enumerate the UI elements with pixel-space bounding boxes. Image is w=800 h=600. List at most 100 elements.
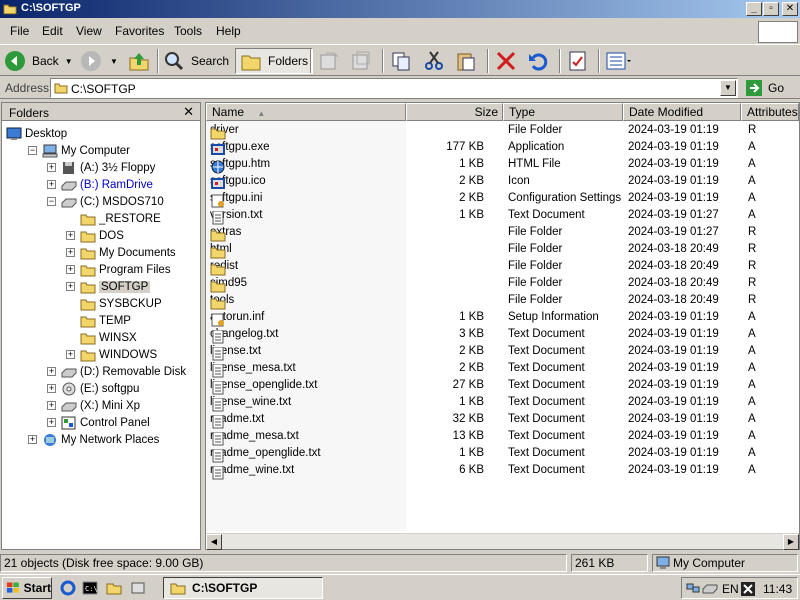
- copy-button[interactable]: [390, 48, 412, 74]
- paste-button[interactable]: [455, 48, 477, 74]
- maximize-button[interactable]: ▫: [763, 2, 779, 16]
- tree-node[interactable]: (D:) Removable Disk: [61, 363, 186, 380]
- menu-edit[interactable]: Edit: [42, 24, 63, 38]
- properties-button[interactable]: [567, 48, 589, 74]
- command-prompt-icon[interactable]: C:\: [82, 580, 98, 596]
- horizontal-scrollbar[interactable]: ◀ ▶: [206, 533, 799, 550]
- file-row[interactable]: simd95 File Folder 2024-03-18 20:49 R: [206, 275, 786, 293]
- column-header-modified[interactable]: Date Modified: [623, 103, 741, 121]
- column-header-name[interactable]: Name ▲: [206, 103, 406, 121]
- tree-expander[interactable]: +: [66, 282, 75, 291]
- show-desktop-icon[interactable]: [130, 580, 146, 596]
- tree-node[interactable]: (B:) RamDrive: [61, 176, 153, 193]
- file-row[interactable]: softgpu.htm 1 KB HTML File 2024-03-19 01:19…: [206, 156, 786, 174]
- menu-help[interactable]: Help: [216, 24, 241, 38]
- file-row[interactable]: license_wine.txt 1 KB Text Document 2024-03…: [206, 394, 786, 412]
- drive-icon[interactable]: [702, 581, 718, 595]
- file-modified: 2024-03-18 20:49: [628, 294, 719, 306]
- views-button[interactable]: [605, 48, 631, 74]
- tree-expander[interactable]: +: [66, 231, 75, 240]
- column-header-size[interactable]: Size: [406, 103, 503, 121]
- search-button[interactable]: Search: [163, 48, 229, 74]
- file-row[interactable]: driver File Folder 2024-03-19 01:19 R: [206, 122, 786, 140]
- delete-button[interactable]: [495, 48, 517, 74]
- language-indicator[interactable]: EN: [722, 582, 739, 596]
- tree-node[interactable]: Program Files: [80, 261, 171, 278]
- start-button[interactable]: Start: [2, 577, 52, 599]
- forward-button[interactable]: ▼: [80, 48, 118, 74]
- folders-button[interactable]: Folders: [235, 48, 314, 74]
- tree-node[interactable]: WINSX: [80, 329, 137, 346]
- close-button[interactable]: ✕: [782, 2, 798, 16]
- taskbar-item-softgp[interactable]: C:\SOFTGP: [163, 577, 323, 599]
- tree-node[interactable]: (X:) Mini Xp: [61, 397, 140, 414]
- tree-expander[interactable]: −: [47, 197, 56, 206]
- file-row[interactable]: redist File Folder 2024-03-18 20:49 R: [206, 258, 786, 276]
- tree-expander[interactable]: +: [66, 248, 75, 257]
- file-row[interactable]: readme_mesa.txt 13 KB Text Document 2024-03…: [206, 428, 786, 446]
- tree-expander[interactable]: +: [47, 418, 56, 427]
- tree-expander[interactable]: +: [47, 384, 56, 393]
- tree-node[interactable]: TEMP: [80, 312, 131, 329]
- tree-node[interactable]: _RESTORE: [80, 210, 161, 227]
- file-row[interactable]: tools File Folder 2024-03-18 20:49 R: [206, 292, 786, 310]
- back-button[interactable]: Back ▼: [4, 48, 73, 74]
- tree-node[interactable]: (E:) softgpu: [61, 380, 139, 397]
- undo-button[interactable]: [527, 48, 549, 74]
- column-header-type[interactable]: Type: [503, 103, 623, 121]
- column-header-attributes[interactable]: Attributes: [741, 103, 799, 121]
- tree-expander[interactable]: +: [66, 350, 75, 359]
- scroll-left-button[interactable]: ◀: [206, 534, 222, 550]
- up-folder-button[interactable]: [128, 48, 150, 74]
- tree-node[interactable]: WINDOWS: [80, 346, 157, 363]
- tree-expander[interactable]: +: [47, 401, 56, 410]
- file-row[interactable]: license.txt 2 KB Text Document 2024-03-19 0…: [206, 343, 786, 361]
- file-row[interactable]: extras File Folder 2024-03-19 01:27 R: [206, 224, 786, 242]
- tree-expander[interactable]: +: [28, 435, 37, 444]
- menu-view[interactable]: View: [76, 24, 102, 38]
- tree-node[interactable]: My Documents: [80, 244, 176, 261]
- tree-expander[interactable]: +: [47, 180, 56, 189]
- tree-expander[interactable]: +: [47, 163, 56, 172]
- cut-button[interactable]: [423, 48, 445, 74]
- internet-explorer-icon[interactable]: [60, 580, 76, 596]
- file-row[interactable]: license_mesa.txt 2 KB Text Document 2024-03…: [206, 360, 786, 378]
- tree-node[interactable]: SYSBCKUP: [80, 295, 162, 312]
- address-dropdown-button[interactable]: ▼: [720, 80, 736, 96]
- tree-node[interactable]: Desktop: [6, 125, 67, 142]
- file-row[interactable]: readme_openglide.txt 1 KB Text Document 202…: [206, 445, 786, 463]
- file-row[interactable]: softgpu.ico 2 KB Icon 2024-03-19 01:19 A: [206, 173, 786, 190]
- file-row[interactable]: readme.txt 32 KB Text Document 2024-03-19 0…: [206, 411, 786, 429]
- tree-node[interactable]: (C:) MSDOS710: [61, 193, 164, 210]
- scroll-right-button[interactable]: ▶: [783, 534, 799, 550]
- close-icon[interactable]: ✕: [183, 104, 194, 120]
- tree-node[interactable]: Control Panel: [61, 414, 150, 431]
- file-row[interactable]: html File Folder 2024-03-18 20:49 R: [206, 241, 786, 259]
- file-row[interactable]: softgpu.ini 2 KB Configuration Settings 202…: [206, 190, 786, 208]
- file-row[interactable]: softgpu.exe 177 KB Application 2024-03-19 0…: [206, 139, 786, 156]
- file-row[interactable]: license_openglide.txt 27 KB Text Document 2…: [206, 377, 786, 395]
- tree-node[interactable]: SOFTGP: [80, 278, 151, 295]
- app-tray-icon[interactable]: [740, 581, 756, 597]
- explorer-icon[interactable]: [106, 580, 122, 596]
- tree-node[interactable]: (A:) 3½ Floppy: [61, 159, 155, 176]
- menu-tools[interactable]: Tools: [174, 24, 202, 38]
- file-row[interactable]: version.txt 1 KB Text Document 2024-03-19 0…: [206, 207, 786, 225]
- tree-node[interactable]: DOS: [80, 227, 124, 244]
- tree-expander[interactable]: +: [66, 265, 75, 274]
- address-input[interactable]: C:\SOFTGP ▼: [50, 78, 738, 98]
- file-row[interactable]: autorun.inf 1 KB Setup Information 2024-03-…: [206, 309, 786, 327]
- menu-file[interactable]: File: [10, 24, 29, 38]
- minimize-button[interactable]: _: [746, 2, 762, 16]
- copy-to-button[interactable]: [350, 48, 372, 74]
- tree-node[interactable]: My Computer: [42, 142, 130, 159]
- tree-node[interactable]: My Network Places: [42, 431, 159, 448]
- network-icon[interactable]: [686, 581, 700, 595]
- go-button[interactable]: Go: [745, 79, 784, 97]
- tree-expander[interactable]: +: [47, 367, 56, 376]
- move-to-button[interactable]: [318, 48, 340, 74]
- menu-favorites[interactable]: Favorites: [115, 24, 164, 38]
- tree-expander[interactable]: −: [28, 146, 37, 155]
- file-row[interactable]: readme_wine.txt 6 KB Text Document 2024-03-…: [206, 462, 786, 480]
- file-row[interactable]: changelog.txt 3 KB Text Document 2024-03-19…: [206, 326, 786, 344]
